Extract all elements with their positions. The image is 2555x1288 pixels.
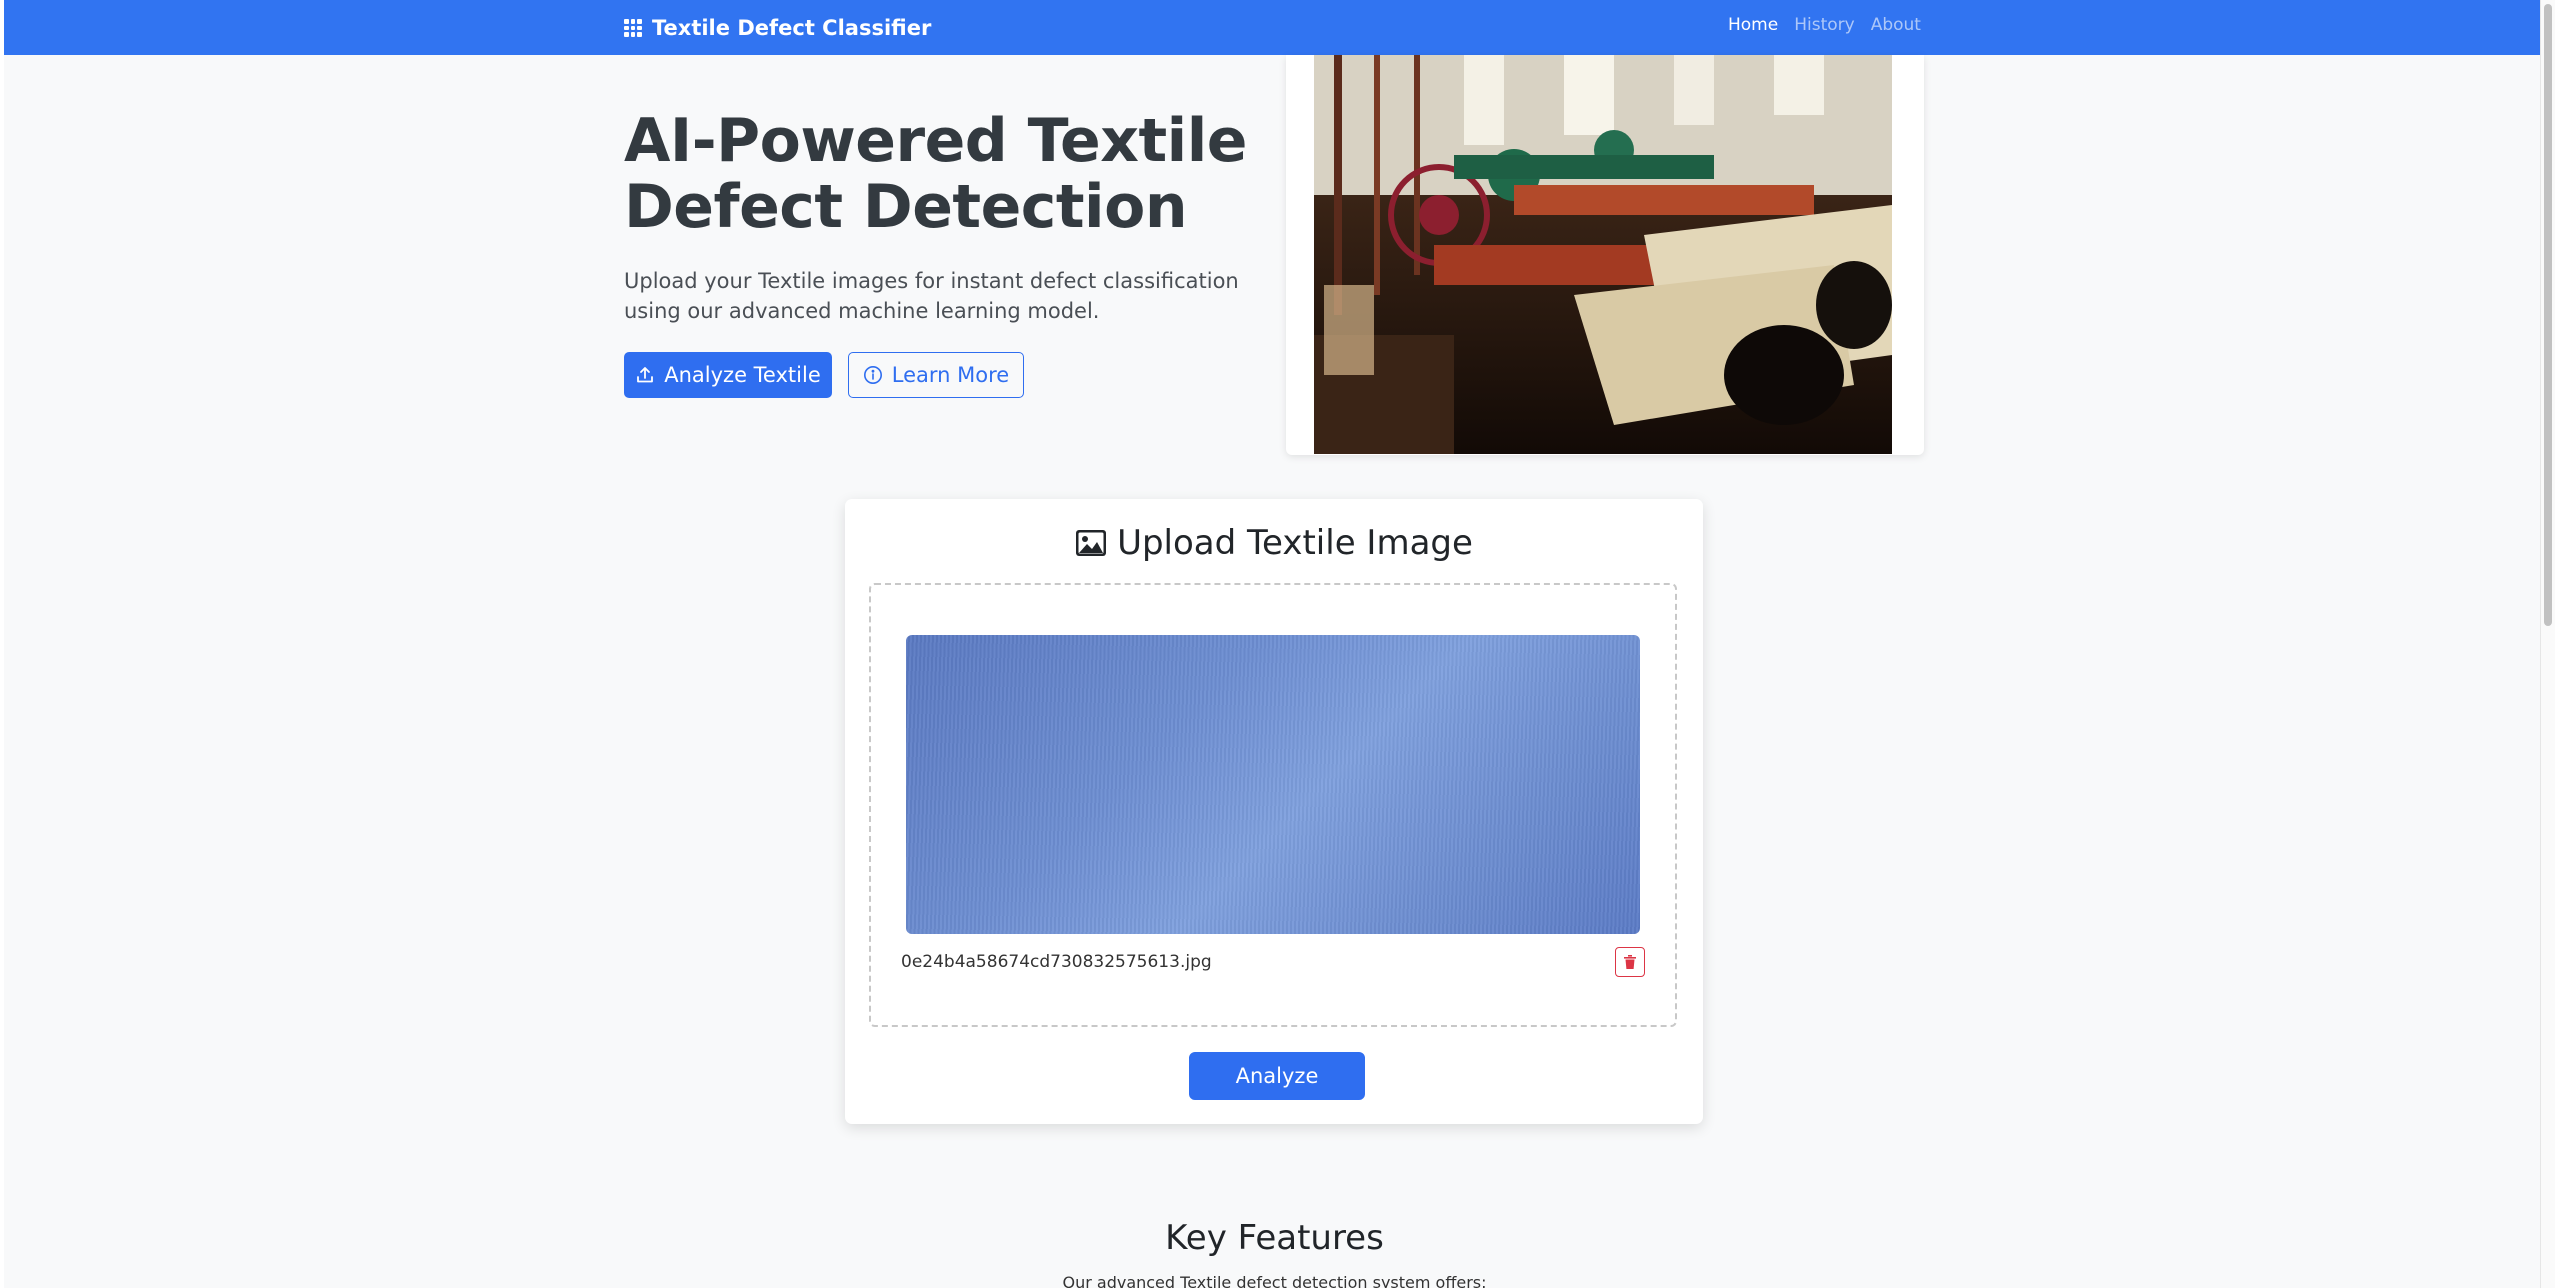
- upload-card: Upload Textile Image 0e24b4a58674cd73083…: [845, 499, 1703, 1124]
- brand-name: Textile Defect Classifier: [652, 16, 932, 40]
- analyze-textile-label: Analyze Textile: [664, 363, 821, 387]
- features-subtitle: Our advanced Textile defect detection sy…: [1062, 1273, 1487, 1288]
- file-name: 0e24b4a58674cd730832575613.jpg: [901, 952, 1212, 972]
- upload-title: Upload Textile Image: [845, 521, 1703, 565]
- hero-subtitle: Upload your Textile images for instant d…: [624, 269, 1239, 323]
- learn-more-label: Learn More: [891, 363, 1010, 387]
- brand-link[interactable]: Textile Defect Classifier: [624, 14, 931, 42]
- scrollbar[interactable]: [2540, 0, 2555, 1288]
- trash-icon: [1624, 955, 1636, 969]
- image-icon: [1076, 530, 1107, 556]
- features-title: Key Features: [1165, 1218, 1384, 1258]
- scrollbar-thumb[interactable]: [2544, 4, 2552, 626]
- info-circle-icon: [863, 366, 882, 384]
- dropzone[interactable]: 0e24b4a58674cd730832575613.jpg: [869, 583, 1677, 1027]
- uploaded-image-preview: [906, 635, 1640, 934]
- nav-links: Home History About: [1728, 15, 1921, 35]
- analyze-textile-button[interactable]: Analyze Textile: [624, 352, 832, 398]
- hero-image-card: [1286, 55, 1924, 455]
- textile-mill-photo: [1314, 55, 1892, 454]
- analyze-label: Analyze: [1235, 1064, 1319, 1088]
- analyze-button[interactable]: Analyze: [1189, 1052, 1365, 1100]
- remove-image-button[interactable]: [1615, 947, 1645, 977]
- window-edge: [0, 0, 4, 1288]
- nav-link-about[interactable]: About: [1871, 15, 1921, 35]
- nav-link-home[interactable]: Home: [1728, 15, 1778, 35]
- nav-link-history[interactable]: History: [1794, 15, 1854, 35]
- upload-icon: [637, 367, 654, 383]
- learn-more-button[interactable]: Learn More: [848, 352, 1024, 398]
- navbar: Textile Defect Classifier Home History A…: [4, 0, 2541, 55]
- upload-title-text: Upload Textile Image: [1117, 523, 1473, 563]
- hero-title: AI-Powered Textile Defect Detection: [624, 106, 1247, 242]
- grid-icon: [624, 19, 642, 37]
- page: Textile Defect Classifier Home History A…: [4, 0, 2541, 1288]
